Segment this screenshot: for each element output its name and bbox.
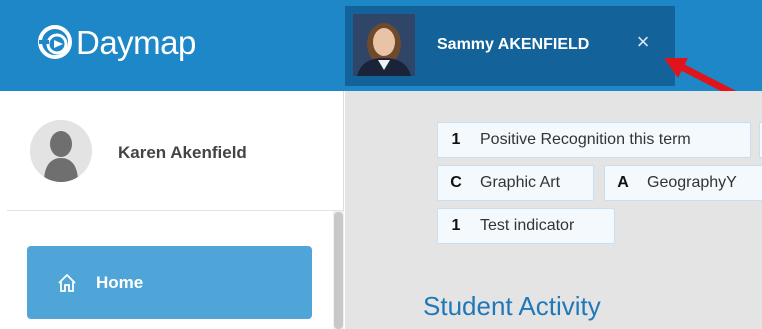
sidebar-item-home[interactable]: Home — [27, 246, 312, 319]
section-title: Student Activity — [423, 291, 601, 321]
indicator-chip[interactable]: 1 Test indicator — [437, 208, 615, 244]
chip-label: Graphic Art — [480, 174, 561, 191]
chip-label: GeographyY — [647, 174, 737, 191]
close-icon[interactable]: × — [633, 31, 653, 53]
user-name: Karen Akenfield — [118, 143, 247, 162]
student-name: Sammy AKENFIELD — [437, 36, 590, 53]
main-content: 1 Positive Recognition this term C Graph… — [345, 91, 762, 329]
indicator-chip[interactable]: C Graphic Art — [437, 165, 594, 201]
sidebar: Karen Akenfield Home — [0, 91, 344, 329]
chip-code: A — [617, 174, 629, 191]
user-profile[interactable]: Karen Akenfield — [7, 91, 344, 211]
sidebar-item-label: Home — [96, 273, 144, 292]
person-icon — [30, 120, 92, 182]
avatar — [30, 120, 92, 182]
chip-code: C — [450, 174, 462, 191]
chip-label: Positive Recognition this term — [480, 131, 691, 148]
sidebar-scrollbar-thumb[interactable] — [334, 212, 343, 329]
daymap-logo[interactable]: Daymap — [36, 22, 196, 62]
indicator-chip[interactable]: 1 Positive Recognition this term — [437, 122, 751, 158]
student-tab[interactable]: Sammy AKENFIELD × — [345, 6, 675, 86]
indicator-chip[interactable]: A GeographyY — [604, 165, 762, 201]
chip-code: 1 — [451, 131, 461, 148]
home-icon — [58, 274, 76, 292]
brand-name: Daymap — [76, 23, 196, 61]
chip-code: 1 — [451, 217, 461, 234]
daymap-logo-icon — [38, 25, 72, 59]
top-header-bar: Daymap Sammy AKENFIELD × — [0, 0, 762, 91]
student-photo — [353, 14, 415, 76]
chip-label: Test indicator — [480, 217, 575, 234]
